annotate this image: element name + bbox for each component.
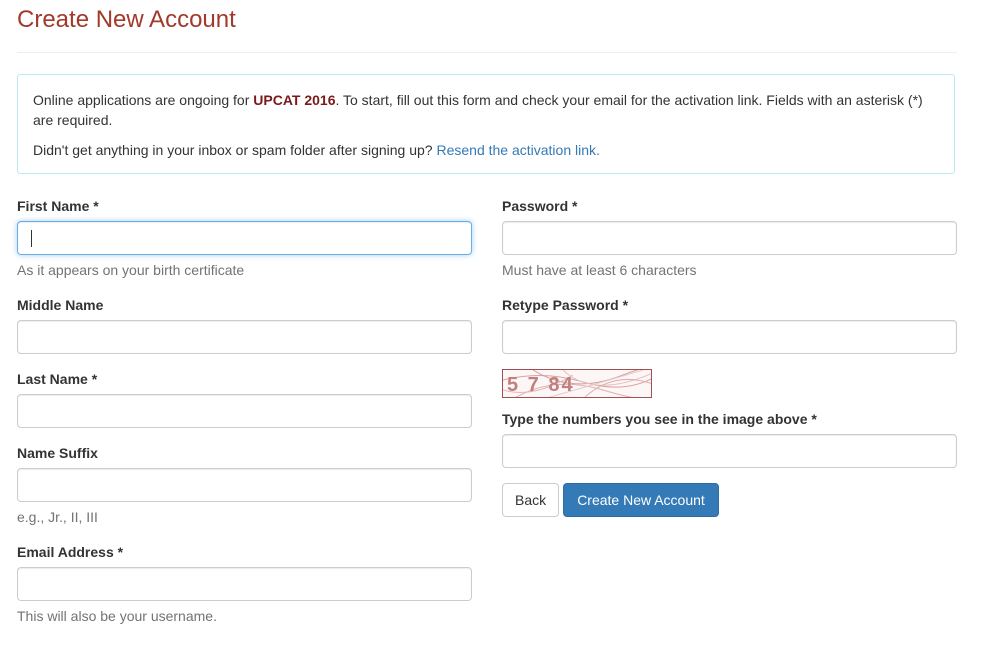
alert-highlight: UPCAT 2016 bbox=[253, 92, 336, 108]
email-label: Email Address * bbox=[17, 544, 124, 560]
create-account-button[interactable]: Create New Account bbox=[563, 483, 719, 517]
first-name-input[interactable] bbox=[17, 221, 472, 255]
password-label: Password * bbox=[502, 198, 578, 214]
text-caret bbox=[31, 230, 32, 247]
password-help: Must have at least 6 characters bbox=[502, 262, 697, 278]
name-suffix-label: Name Suffix bbox=[17, 445, 98, 461]
captcha-image: 5 7 84 bbox=[502, 369, 652, 398]
resend-prompt: Didn't get anything in your inbox or spa… bbox=[33, 142, 437, 158]
first-name-label: First Name * bbox=[17, 198, 99, 214]
first-name-help: As it appears on your birth certificate bbox=[17, 262, 245, 278]
email-help: This will also be your username. bbox=[17, 608, 217, 624]
captcha-input[interactable] bbox=[502, 434, 957, 468]
password-input[interactable] bbox=[502, 221, 957, 255]
retype-password-input[interactable] bbox=[502, 320, 957, 354]
name-suffix-input[interactable] bbox=[17, 468, 472, 502]
captcha-digits: 5 7 84 bbox=[507, 374, 575, 396]
alert-message: Online applications are ongoing for UPCA… bbox=[33, 90, 943, 130]
divider bbox=[17, 52, 957, 53]
last-name-input[interactable] bbox=[17, 394, 472, 428]
email-input[interactable] bbox=[17, 567, 472, 601]
resend-message: Didn't get anything in your inbox or spa… bbox=[33, 140, 600, 160]
captcha-label: Type the numbers you see in the image ab… bbox=[502, 411, 817, 427]
middle-name-label: Middle Name bbox=[17, 297, 104, 313]
name-suffix-help: e.g., Jr., II, III bbox=[17, 509, 98, 525]
page-title: Create New Account bbox=[17, 6, 236, 33]
last-name-label: Last Name * bbox=[17, 371, 98, 387]
info-alert: Online applications are ongoing for UPCA… bbox=[17, 74, 955, 174]
back-button[interactable]: Back bbox=[502, 483, 559, 517]
middle-name-input[interactable] bbox=[17, 320, 472, 354]
retype-password-label: Retype Password * bbox=[502, 297, 629, 313]
resend-activation-link[interactable]: Resend the activation link. bbox=[436, 142, 599, 158]
alert-text: Online applications are ongoing for bbox=[33, 92, 254, 108]
